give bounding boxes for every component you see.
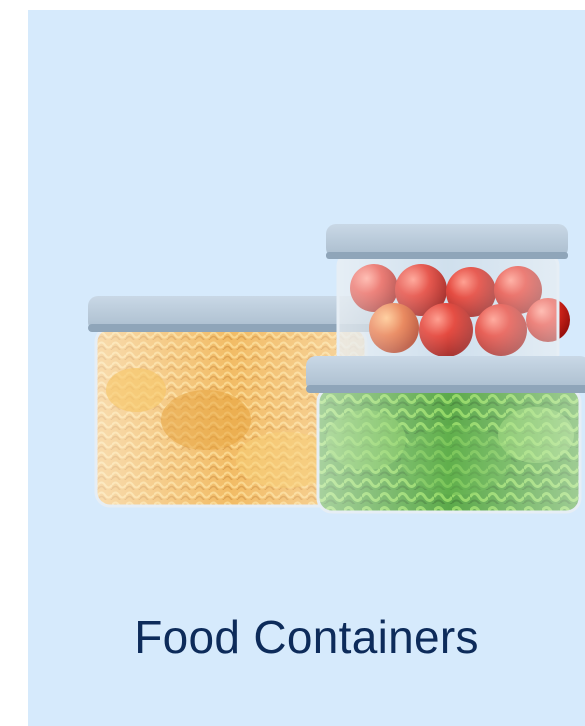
tomato-container — [326, 224, 570, 368]
lettuce-container — [306, 356, 585, 514]
food-containers-image — [88, 224, 585, 514]
category-label: Food Containers — [134, 611, 479, 663]
category-tile-food-containers[interactable]: Food Containers — [28, 10, 585, 726]
